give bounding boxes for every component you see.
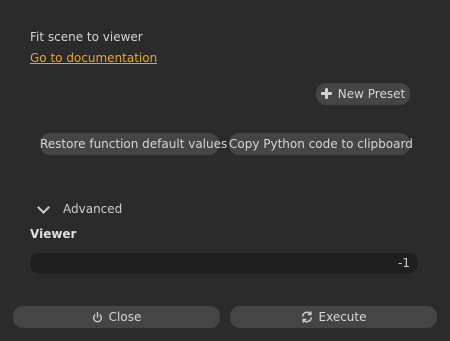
power-icon bbox=[92, 311, 102, 322]
restore-defaults-button[interactable]: Restore function default values bbox=[40, 133, 227, 155]
execute-button[interactable]: Execute bbox=[230, 306, 437, 328]
close-button-label: Close bbox=[108, 310, 142, 324]
new-preset-button[interactable]: New Preset bbox=[316, 83, 410, 105]
plus-icon bbox=[320, 88, 332, 99]
close-button[interactable]: Close bbox=[13, 306, 220, 328]
new-preset-label: New Preset bbox=[337, 87, 406, 101]
function-description: Fit scene to viewer bbox=[30, 30, 143, 44]
advanced-section-toggle[interactable]: Advanced bbox=[36, 200, 123, 217]
advanced-section-label: Advanced bbox=[63, 202, 123, 216]
refresh-icon bbox=[301, 311, 312, 323]
chevron-down-icon bbox=[37, 200, 50, 214]
viewer-input[interactable]: -1 bbox=[30, 253, 418, 274]
viewer-field-label: Viewer bbox=[30, 227, 77, 241]
execute-button-label: Execute bbox=[318, 310, 367, 324]
copy-python-code-button[interactable]: Copy Python code to clipboard bbox=[229, 133, 413, 155]
documentation-link[interactable]: Go to documentation bbox=[30, 50, 157, 66]
